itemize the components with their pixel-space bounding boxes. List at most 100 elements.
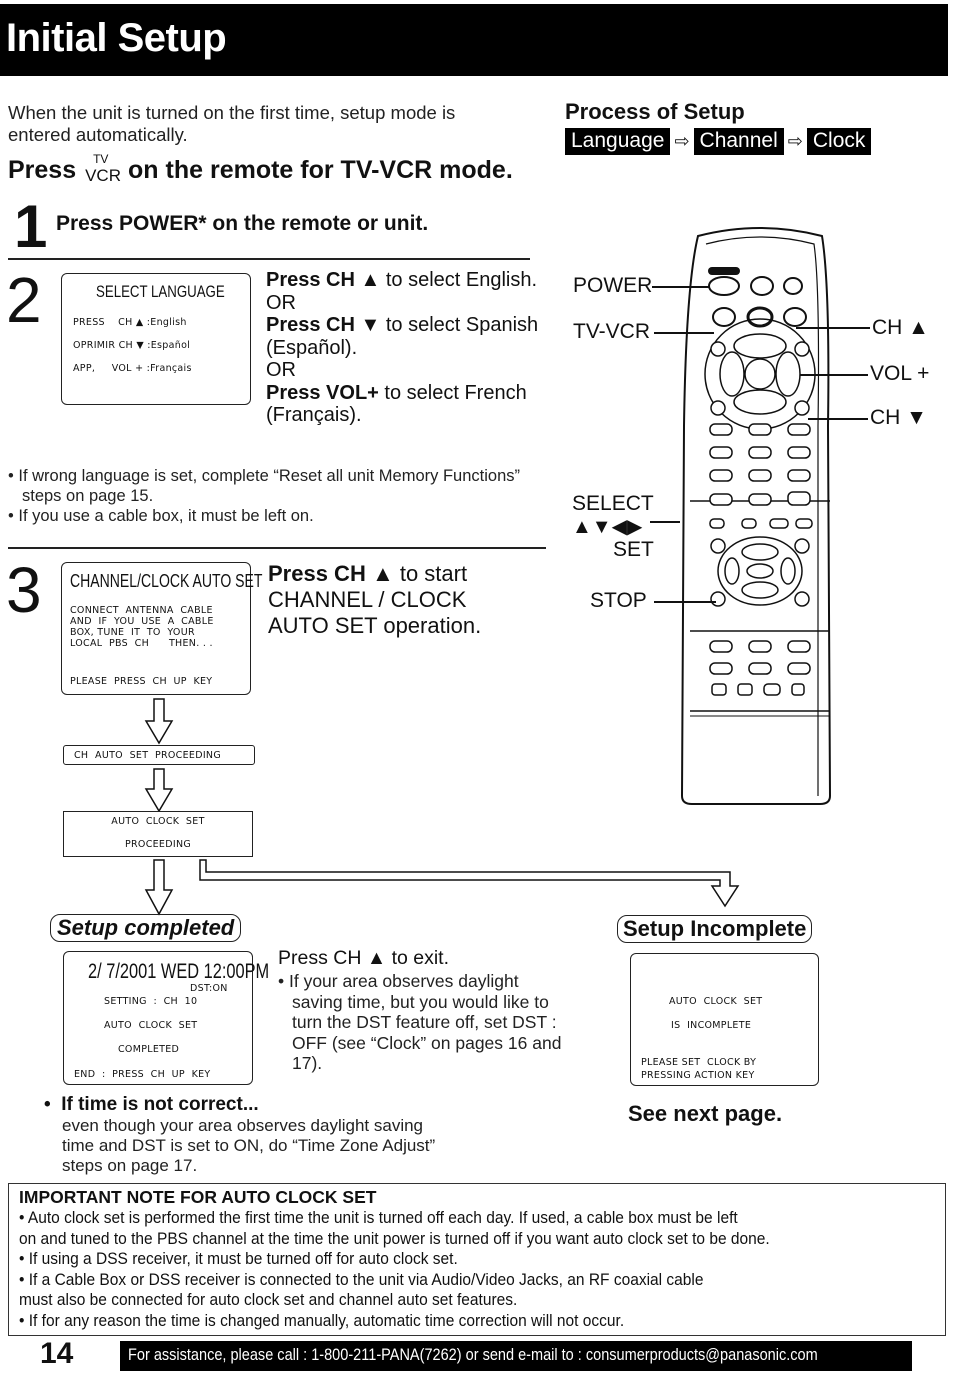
step-2-notes: • If wrong language is set, complete “Re… <box>8 466 538 526</box>
screen-footer: PLEASE PRESS CH UP KEY <box>70 676 213 687</box>
menu-button <box>794 538 810 554</box>
flow-branch-arrows <box>144 859 740 916</box>
screen-line: AND IF YOU USE A CABLE <box>70 616 214 627</box>
remote-label-power: POWER <box>573 274 653 297</box>
assistance-bar: For assistance, please call : 1-800-211-… <box>120 1341 912 1371</box>
step-1-number: 1 <box>14 193 48 260</box>
important-note-item: • If for any reason the time is changed … <box>19 1311 625 1330</box>
screen-line: COMPLETED <box>118 1044 180 1055</box>
arrow-right-icon: ⇨ <box>674 131 690 151</box>
ch-up-button <box>733 333 787 359</box>
leader-line <box>654 332 714 334</box>
arrow-to-incomplete-icon <box>199 859 740 908</box>
instruction-line: Press CH ▼ to select Spanish <box>266 314 539 336</box>
instruction-line: (Français). <box>266 404 362 426</box>
instruction-line: Press VOL+ to select French <box>266 381 527 404</box>
remote-label-select-arrows: ▲▼◀▶ <box>572 516 643 538</box>
leader-line <box>650 521 680 523</box>
tv-vcr-icon: TV VCR <box>85 152 121 185</box>
setup-completed-tag: Setup completed <box>50 914 242 942</box>
bullet: • <box>44 1094 62 1115</box>
ch-down-button <box>733 389 787 415</box>
screen-line: AUTO CLOCK SET <box>669 996 763 1007</box>
screen-title: SELECT LANGUAGE <box>96 282 225 301</box>
remote-label-stop: STOP <box>590 589 647 612</box>
screen-line: PROCEEDING <box>124 839 192 850</box>
screen-line: IS INCOMPLETE <box>671 1020 752 1031</box>
light-button <box>783 277 803 295</box>
setup-incomplete-screen: AUTO CLOCK SET IS INCOMPLETE PLEASE SET … <box>630 953 819 1086</box>
exit-instruction: Press CH ▲ to exit. <box>278 947 450 969</box>
center-button <box>744 358 776 390</box>
screen-dst: DST:ON <box>190 983 228 994</box>
intro-text: When the unit is turned on the first tim… <box>8 102 456 145</box>
leader-line <box>654 601 716 603</box>
instruction-line: AUTO SET operation. <box>268 613 482 638</box>
process-step-clock: Clock <box>806 128 872 155</box>
screen-line: APP, VOL + :Français <box>73 363 192 374</box>
remote-label-set: SET <box>613 538 654 561</box>
vol-plus-button <box>775 351 801 397</box>
screen-line: LOCAL PBS CH THEN. . . <box>70 638 213 649</box>
step-2-number: 2 <box>6 264 42 336</box>
screen-line: CH AUTO SET PROCEEDING <box>74 750 221 761</box>
time-not-correct-heading: • If time is not correct... <box>44 1094 259 1115</box>
remote-label-select: SELECT <box>572 492 654 515</box>
important-note-item: • If using a DSS receiver, it must be tu… <box>19 1250 458 1268</box>
screen-datetime: 2/ 7/2001 WED 12:00PM <box>88 960 270 983</box>
setup-completed-screen: 2/ 7/2001 WED 12:00PM DST:ON SETTING : C… <box>63 951 269 1085</box>
screen-setting: SETTING : CH 10 <box>104 996 198 1007</box>
note-item: • If your area observes daylight saving … <box>278 971 562 1073</box>
ch-auto-set-proceeding-screen: CH AUTO SET PROCEEDING <box>63 745 255 765</box>
screen-footer: PRESSING ACTION KEY <box>641 1070 755 1081</box>
screen-line: BOX, TUNE IT TO YOUR <box>70 627 195 638</box>
important-note-heading: IMPORTANT NOTE FOR AUTO CLOCK SET <box>19 1187 377 1207</box>
page-title: Initial Setup <box>6 16 227 60</box>
leader-line <box>808 418 868 420</box>
screen-footer: END : PRESS CH UP KEY <box>74 1069 211 1080</box>
flow-arrow-down-icon <box>144 768 174 813</box>
process-title: Process of Setup <box>565 99 745 124</box>
remote-label-ch-up: CH ▲ <box>872 316 929 339</box>
important-note-item: • Auto clock set is performed the first … <box>19 1209 738 1227</box>
page-number: 14 <box>40 1337 74 1370</box>
instruction-line: Press CH ▲ to select English. <box>266 269 538 291</box>
tv-vcr-button <box>712 307 736 327</box>
process-step-channel: Channel <box>693 128 784 155</box>
select-language-screen: SELECT LANGUAGE PRESS CH ▲ :English OPRI… <box>61 273 251 405</box>
see-next-page: See next page. <box>628 1101 783 1126</box>
note-item: • If wrong language is set, complete “Re… <box>8 467 520 505</box>
instruction-line: CHANNEL / CLOCK <box>268 587 467 612</box>
mute-button <box>710 341 726 357</box>
screen-footer: PLEASE SET CLOCK BY <box>641 1057 757 1068</box>
instruction-line: OR <box>266 359 296 381</box>
remote-label-vol-plus: VOL + <box>870 362 930 385</box>
screen-line: OPRIMIR CH ▼ :Español <box>73 340 191 351</box>
leader-line <box>652 286 710 288</box>
action-button <box>710 591 726 607</box>
press-tv-vcr-heading: Press TV VCR on the remote for TV-VCR mo… <box>8 152 513 185</box>
press-suffix: on the remote for TV-VCR mode. <box>128 156 513 184</box>
screen-line: AUTO CLOCK SET <box>111 816 205 827</box>
assistance-text: For assistance, please call : 1-800-211-… <box>128 1346 818 1364</box>
set-button <box>746 563 774 579</box>
title-bar: Initial Setup <box>0 4 948 76</box>
screen-line: PRESS CH ▲ :English <box>73 317 187 328</box>
important-note-item: • If a Cable Box or DSS receiver is conn… <box>19 1270 704 1289</box>
channel-clock-auto-set-screen: CHANNEL/CLOCK AUTO SET CONNECT ANTENNA C… <box>61 562 262 695</box>
auto-clock-set-proceeding-screen: AUTO CLOCK SET PROCEEDING <box>63 811 253 857</box>
step-3-number: 3 <box>6 554 42 626</box>
vol-minus-button <box>719 351 745 397</box>
important-note-item: must also be connected for auto clock se… <box>19 1291 518 1309</box>
remote-label-tv-vcr: TV-VCR <box>573 320 651 343</box>
instruction-line: Press CH ▲ to start <box>268 561 468 586</box>
press-prefix: Press <box>8 156 77 184</box>
step-2-instructions: Press CH ▲ to select English. OR Press C… <box>266 269 566 427</box>
flow-arrow-down-icon <box>144 698 174 745</box>
step-3-instructions: Press CH ▲ to start CHANNEL / CLOCK AUTO… <box>268 561 528 639</box>
step-1-text: Press POWER* on the remote or unit. <box>56 212 429 235</box>
vcr-label: VCR <box>85 166 121 185</box>
dss-cable-button <box>783 307 807 327</box>
prog-button <box>794 591 810 607</box>
screen-line: CONNECT ANTENNA CABLE <box>70 605 213 616</box>
